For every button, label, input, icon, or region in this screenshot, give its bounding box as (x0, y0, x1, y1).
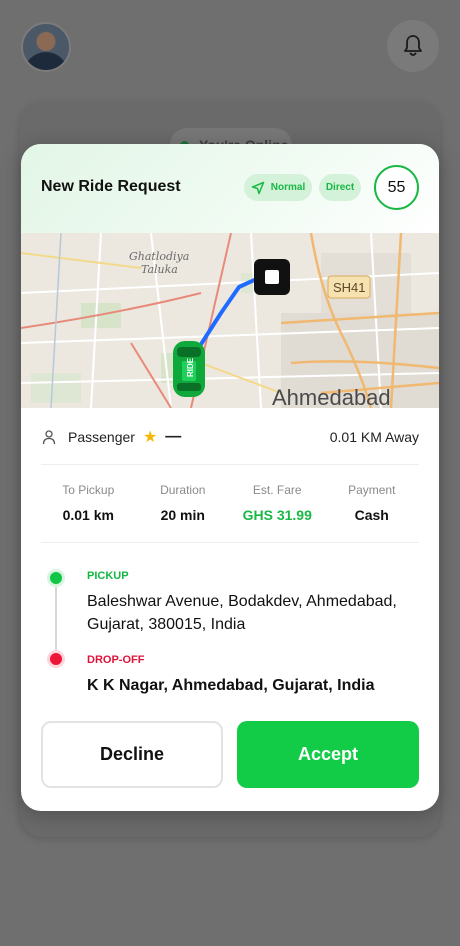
ride-type-tag: Normal (244, 174, 312, 201)
stat-label: Est. Fare (252, 483, 302, 497)
pickup-address: Baleshwar Avenue, Bodakdev, Ahmedabad, G… (87, 593, 397, 633)
divider (41, 542, 419, 543)
countdown-timer: 55 (374, 165, 419, 210)
map-label-taluka: Taluka (141, 263, 178, 276)
notifications-button[interactable] (387, 20, 439, 72)
map-canvas: Ghatlodiya Taluka SH41 Ahmedabad RIDE (21, 233, 439, 408)
passenger-rating: — (165, 428, 182, 445)
user-avatar[interactable] (21, 22, 71, 72)
route-type-label: Direct (325, 182, 355, 193)
divider (41, 464, 419, 465)
car-marker-icon: RIDE (173, 341, 205, 397)
navigation-arrow-icon (251, 181, 265, 194)
route-map[interactable]: Ghatlodiya Taluka SH41 Ahmedabad RIDE (21, 233, 439, 408)
map-label-ghatlodiya: Ghatlodiya (129, 250, 189, 263)
svg-text:RIDE: RIDE (186, 357, 195, 377)
bell-icon (404, 35, 422, 56)
map-label-sh41: SH41 (333, 280, 366, 295)
stat-label: Payment (348, 483, 396, 497)
passenger-row: Passenger ★ — 0.01 KM Away (41, 426, 419, 448)
ride-request-modal: New Ride Request Normal Direct 55 Ghatlo… (21, 144, 439, 811)
pickup-dot-icon (47, 569, 65, 587)
passenger-label: Passenger (68, 429, 135, 445)
stat-value: 0.01 km (62, 507, 114, 523)
stat-value: Cash (354, 507, 389, 523)
decline-button[interactable]: Decline (41, 721, 223, 788)
stat-est-fare: Est. Fare GHS 31.99 (230, 483, 325, 523)
modal-title: New Ride Request (41, 178, 181, 195)
stat-label: Duration (160, 483, 206, 497)
passenger-distance: 0.01 KM Away (329, 429, 419, 445)
timer-value: 55 (387, 178, 406, 196)
stat-to-pickup: To Pickup 0.01 km (41, 483, 136, 523)
stat-duration: Duration 20 min (136, 483, 231, 523)
accept-button[interactable]: Accept (237, 721, 419, 788)
dropoff-label: DROP-OFF (87, 654, 145, 666)
stat-label: To Pickup (62, 483, 115, 497)
stat-value: GHS 31.99 (242, 507, 312, 523)
trip-stats: To Pickup 0.01 km Duration 20 min Est. F… (41, 483, 419, 523)
pickup-label: PICKUP (87, 570, 129, 582)
star-icon: ★ (142, 427, 158, 446)
stat-payment: Payment Cash (325, 483, 420, 523)
ride-type-label: Normal (270, 182, 306, 193)
dropoff-address: K K Nagar, Ahmedabad, Gujarat, India (87, 677, 375, 694)
dropoff-dot-icon (47, 650, 65, 668)
stat-value: 20 min (160, 507, 205, 523)
person-icon (42, 430, 56, 445)
map-label-ahmedabad: Ahmedabad (272, 385, 391, 408)
route-connector-line (55, 580, 57, 656)
route-type-tag: Direct (319, 174, 361, 201)
